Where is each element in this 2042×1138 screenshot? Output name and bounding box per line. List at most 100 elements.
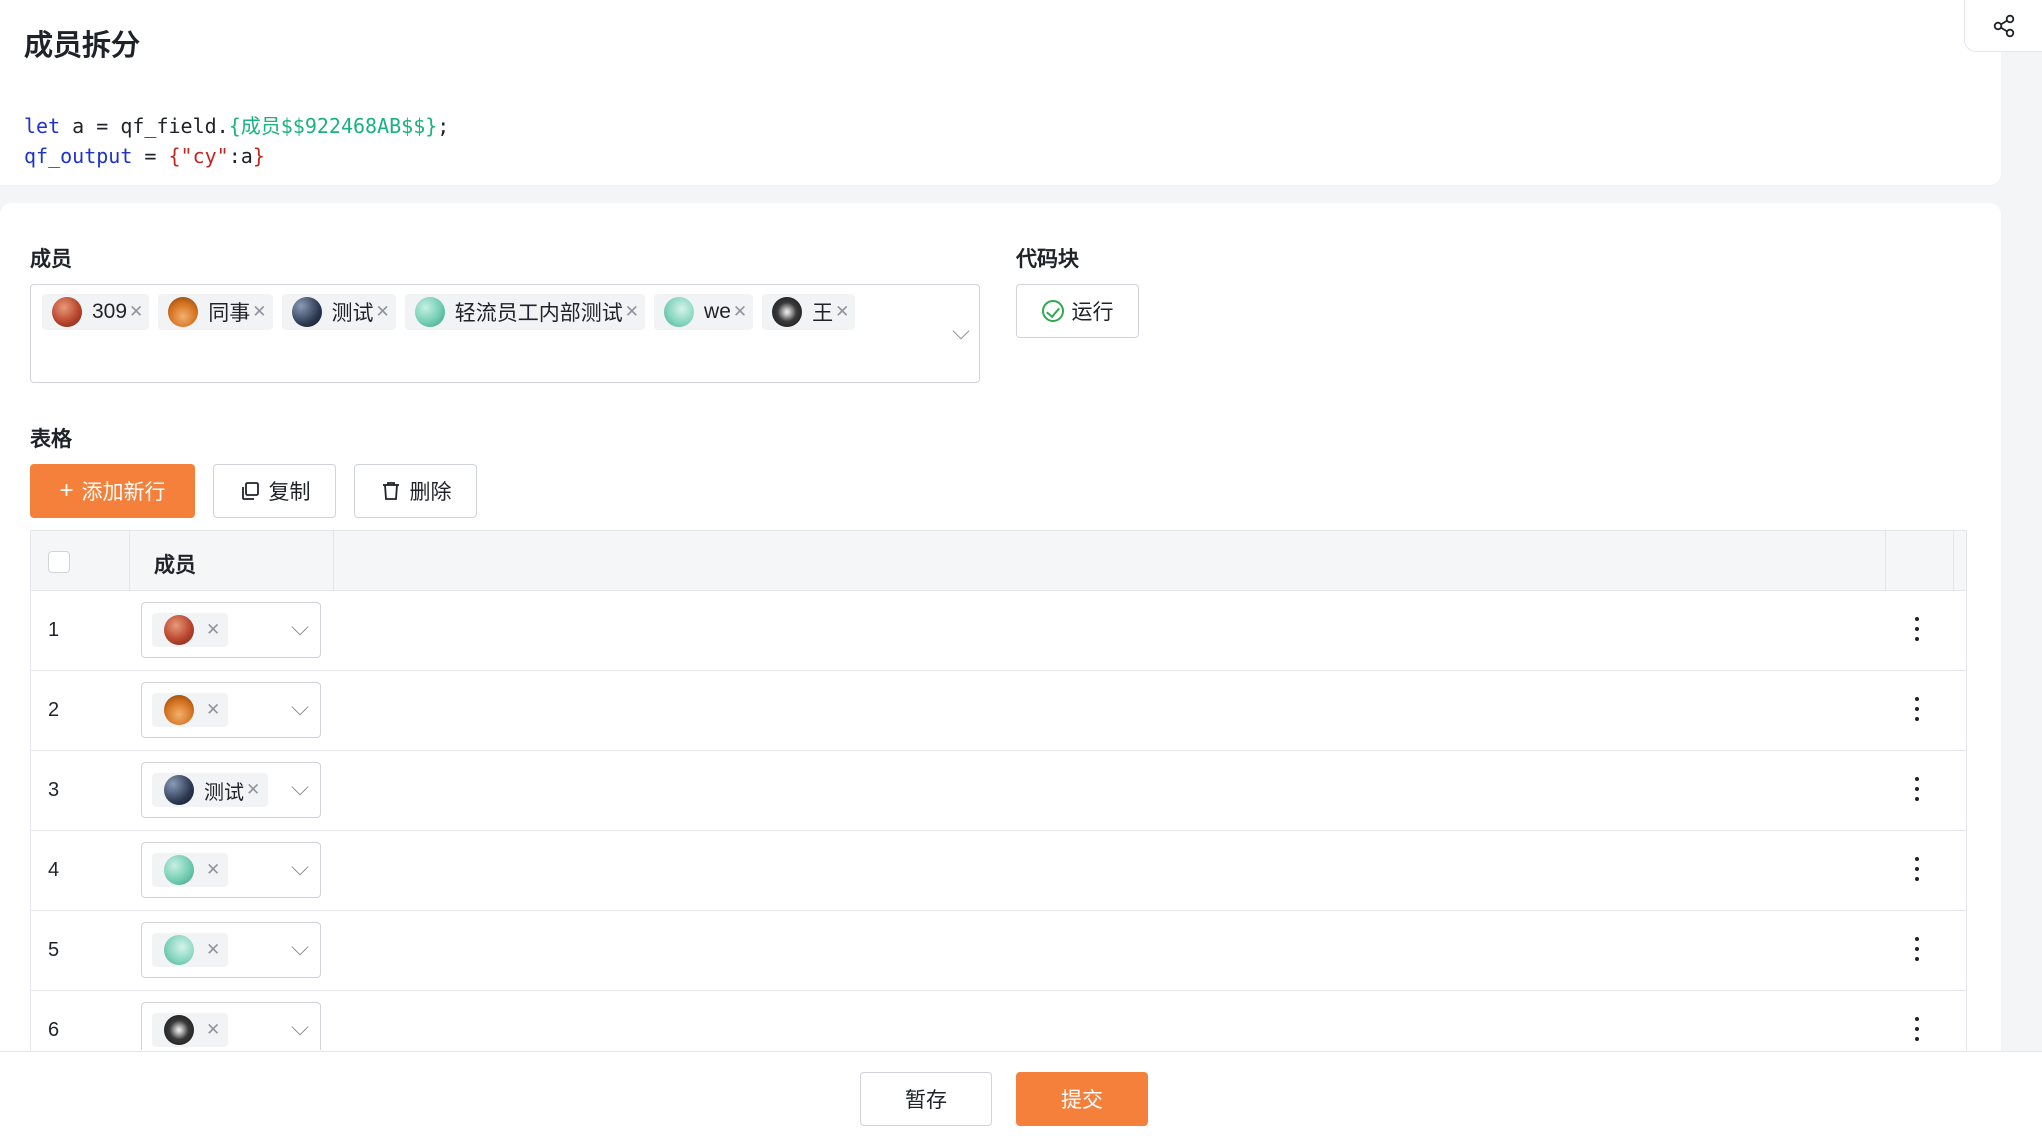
close-icon[interactable]: ✕ [206, 620, 220, 640]
more-vertical-icon[interactable] [1915, 857, 1919, 881]
member-tag: we ✕ [654, 294, 754, 330]
code-preview: let a = qf_field.{成员$$922468AB$$}; qf_ou… [24, 111, 449, 171]
member-select[interactable]: 测试 ✕ [141, 762, 321, 818]
trash-icon [382, 482, 399, 500]
selected-member-tags: 309 ✕ 同事 ✕ 测试 ✕ 轻流员工内部测试 ✕ we ✕ 王 ✕ [42, 294, 856, 330]
code-string: "cy" [180, 144, 229, 168]
close-icon[interactable]: ✕ [206, 940, 220, 960]
row-number: 1 [48, 619, 60, 641]
close-icon[interactable]: ✕ [206, 700, 220, 720]
code-variable: qf_output [24, 144, 133, 168]
add-row-label: 添加新行 [81, 481, 166, 504]
avatar [164, 935, 194, 965]
avatar [291, 297, 322, 327]
code-text: a = qf_field. [60, 114, 229, 138]
row-number: 6 [48, 1019, 60, 1041]
table-header: 成员 [31, 531, 1966, 591]
member-field-label: 成员 [30, 248, 72, 271]
member-tag: ✕ [152, 853, 229, 887]
close-icon[interactable]: ✕ [625, 302, 639, 322]
table-row: 6 ✕ [31, 991, 1966, 1050]
avatar [164, 1015, 194, 1045]
close-icon[interactable]: ✕ [835, 302, 849, 322]
copy-button[interactable]: 复制 [213, 464, 336, 518]
member-tag-label: 测试 [331, 302, 374, 325]
row-number: 5 [48, 939, 60, 961]
member-select[interactable]: ✕ [141, 842, 321, 898]
share-button[interactable] [1964, 0, 2042, 52]
footer-bar: 暂存 提交 [0, 1051, 2042, 1138]
member-tag: ✕ [152, 693, 229, 727]
subform-table: 成员 1 ✕ 2 ✕ 3 测试 ✕ 4 ✕ 5 ✕ 6 ✕ [30, 530, 1967, 1050]
close-icon[interactable]: ✕ [376, 302, 390, 322]
close-icon[interactable]: ✕ [206, 1020, 220, 1040]
close-icon[interactable]: ✕ [206, 860, 220, 880]
member-tag-label: 309 [92, 300, 128, 323]
avatar [664, 297, 695, 327]
member-tag-label: 王 [812, 302, 834, 325]
chevron-down-icon [291, 858, 309, 876]
avatar [414, 297, 445, 327]
table-field-label: 表格 [30, 428, 72, 451]
chevron-down-icon [291, 698, 309, 716]
member-multi-select[interactable]: 309 ✕ 同事 ✕ 测试 ✕ 轻流员工内部测试 ✕ we ✕ 王 ✕ [30, 284, 980, 383]
code-brace: } [252, 144, 265, 168]
code-line-2: qf_output = {"cy":a} [24, 141, 449, 171]
plus-icon: + [59, 477, 74, 504]
member-select[interactable]: ✕ [141, 682, 321, 738]
close-icon[interactable]: ✕ [733, 302, 747, 322]
member-tag-label: 轻流员工内部测试 [454, 302, 623, 325]
code-field-ref: {成员$$922468AB$$} [228, 114, 438, 138]
row-number: 2 [48, 699, 60, 721]
close-icon[interactable]: ✕ [129, 302, 143, 322]
member-tag: 轻流员工内部测试 ✕ [404, 294, 646, 330]
row-number: 3 [48, 779, 60, 801]
member-tag: ✕ [152, 613, 229, 647]
close-icon[interactable]: ✕ [252, 302, 266, 322]
row-number: 4 [48, 859, 60, 881]
member-tag-label: 测试 [204, 781, 244, 804]
check-circle-icon [1041, 300, 1064, 322]
avatar [168, 297, 199, 327]
save-draft-button[interactable]: 暂存 [860, 1072, 992, 1126]
code-line-1: let a = qf_field.{成员$$922468AB$$}; [24, 111, 449, 141]
member-select[interactable]: ✕ [141, 602, 321, 658]
member-tag-label: we [704, 300, 731, 323]
add-row-button[interactable]: + 添加新行 [30, 464, 195, 518]
more-vertical-icon[interactable] [1915, 1017, 1919, 1041]
table-row: 1 ✕ [31, 591, 1966, 671]
code-brace: { [168, 144, 181, 168]
close-icon[interactable]: ✕ [246, 780, 260, 800]
header-card: 成员拆分 let a = qf_field.{成员$$922468AB$$}; … [0, 0, 2001, 185]
avatar [164, 615, 194, 645]
member-tag: 测试 ✕ [152, 773, 269, 807]
chevron-down-icon [291, 618, 309, 636]
code-keyword: let [24, 114, 61, 138]
delete-button[interactable]: 删除 [354, 464, 477, 518]
more-vertical-icon[interactable] [1915, 937, 1919, 961]
member-tag-label: 同事 [208, 302, 251, 325]
table-row: 5 ✕ [31, 911, 1966, 991]
chevron-down-icon[interactable] [952, 322, 970, 340]
avatar [164, 775, 194, 805]
code-text: :a [228, 144, 253, 168]
chevron-down-icon [291, 778, 309, 796]
submit-button[interactable]: 提交 [1016, 1072, 1148, 1126]
member-tag: 王 ✕ [762, 294, 856, 330]
select-all-checkbox[interactable] [48, 551, 70, 573]
member-select[interactable]: ✕ [141, 1002, 321, 1050]
member-tag: 测试 ✕ [281, 294, 396, 330]
chevron-down-icon [291, 938, 309, 956]
more-vertical-icon[interactable] [1915, 777, 1919, 801]
delete-label: 删除 [409, 481, 452, 504]
table-row: 3 测试 ✕ [31, 751, 1966, 831]
code-block-label: 代码块 [1016, 248, 1079, 271]
member-tag: 同事 ✕ [158, 294, 273, 330]
run-button[interactable]: 运行 [1016, 284, 1139, 338]
share-icon [1993, 14, 2014, 37]
more-vertical-icon[interactable] [1915, 697, 1919, 721]
column-header-member: 成员 [154, 554, 196, 577]
member-select[interactable]: ✕ [141, 922, 321, 978]
more-vertical-icon[interactable] [1915, 617, 1919, 641]
run-button-label: 运行 [1071, 301, 1114, 324]
